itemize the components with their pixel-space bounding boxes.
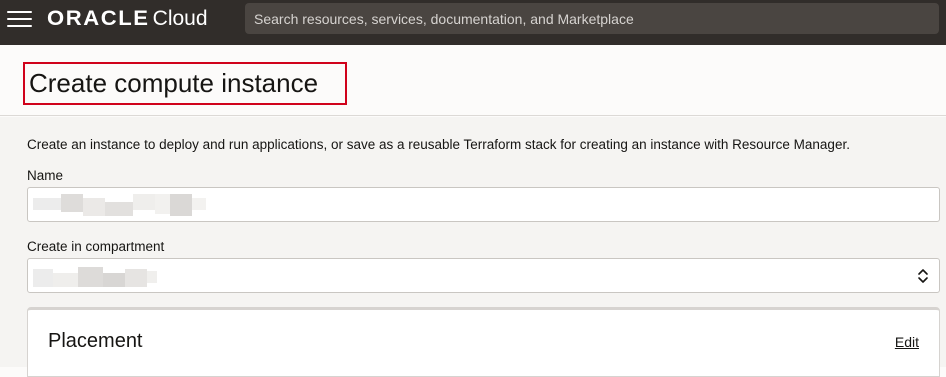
redacted-value <box>33 269 53 287</box>
redacted-value <box>105 202 133 216</box>
main-content: Create an instance to deploy and run app… <box>0 117 946 377</box>
intro-text: Create an instance to deploy and run app… <box>27 137 850 152</box>
name-label: Name <box>27 168 64 183</box>
edit-placement-link[interactable]: Edit <box>895 334 919 350</box>
redacted-value <box>125 269 147 287</box>
redacted-value <box>61 194 83 212</box>
brand-oracle-text: ORACLE <box>47 7 150 30</box>
redacted-value <box>53 273 78 287</box>
chevron-up-down-icon[interactable] <box>917 267 929 285</box>
redacted-value <box>147 271 157 283</box>
redacted-value <box>192 198 206 210</box>
compartment-select[interactable] <box>27 258 940 293</box>
redacted-value <box>155 194 170 214</box>
page-header: Create compute instance <box>0 45 946 116</box>
title-highlight-box: Create compute instance <box>23 62 347 105</box>
top-navigation-bar: ORACLE Cloud <box>0 0 946 45</box>
redacted-value <box>170 194 192 216</box>
redacted-value <box>78 267 103 287</box>
redacted-value <box>83 198 105 216</box>
compartment-label: Create in compartment <box>27 239 165 254</box>
search-input[interactable] <box>254 3 939 34</box>
redacted-value <box>33 198 61 210</box>
hamburger-menu-icon[interactable] <box>7 11 32 29</box>
page-title: Create compute instance <box>29 68 319 98</box>
placement-title: Placement <box>48 330 143 352</box>
name-field[interactable] <box>27 187 940 222</box>
global-search-box[interactable] <box>245 3 939 34</box>
redacted-value <box>103 273 125 287</box>
redacted-value <box>133 194 155 210</box>
brand-cloud-text: Cloud <box>152 7 208 30</box>
oracle-cloud-logo[interactable]: ORACLE Cloud <box>47 5 208 33</box>
